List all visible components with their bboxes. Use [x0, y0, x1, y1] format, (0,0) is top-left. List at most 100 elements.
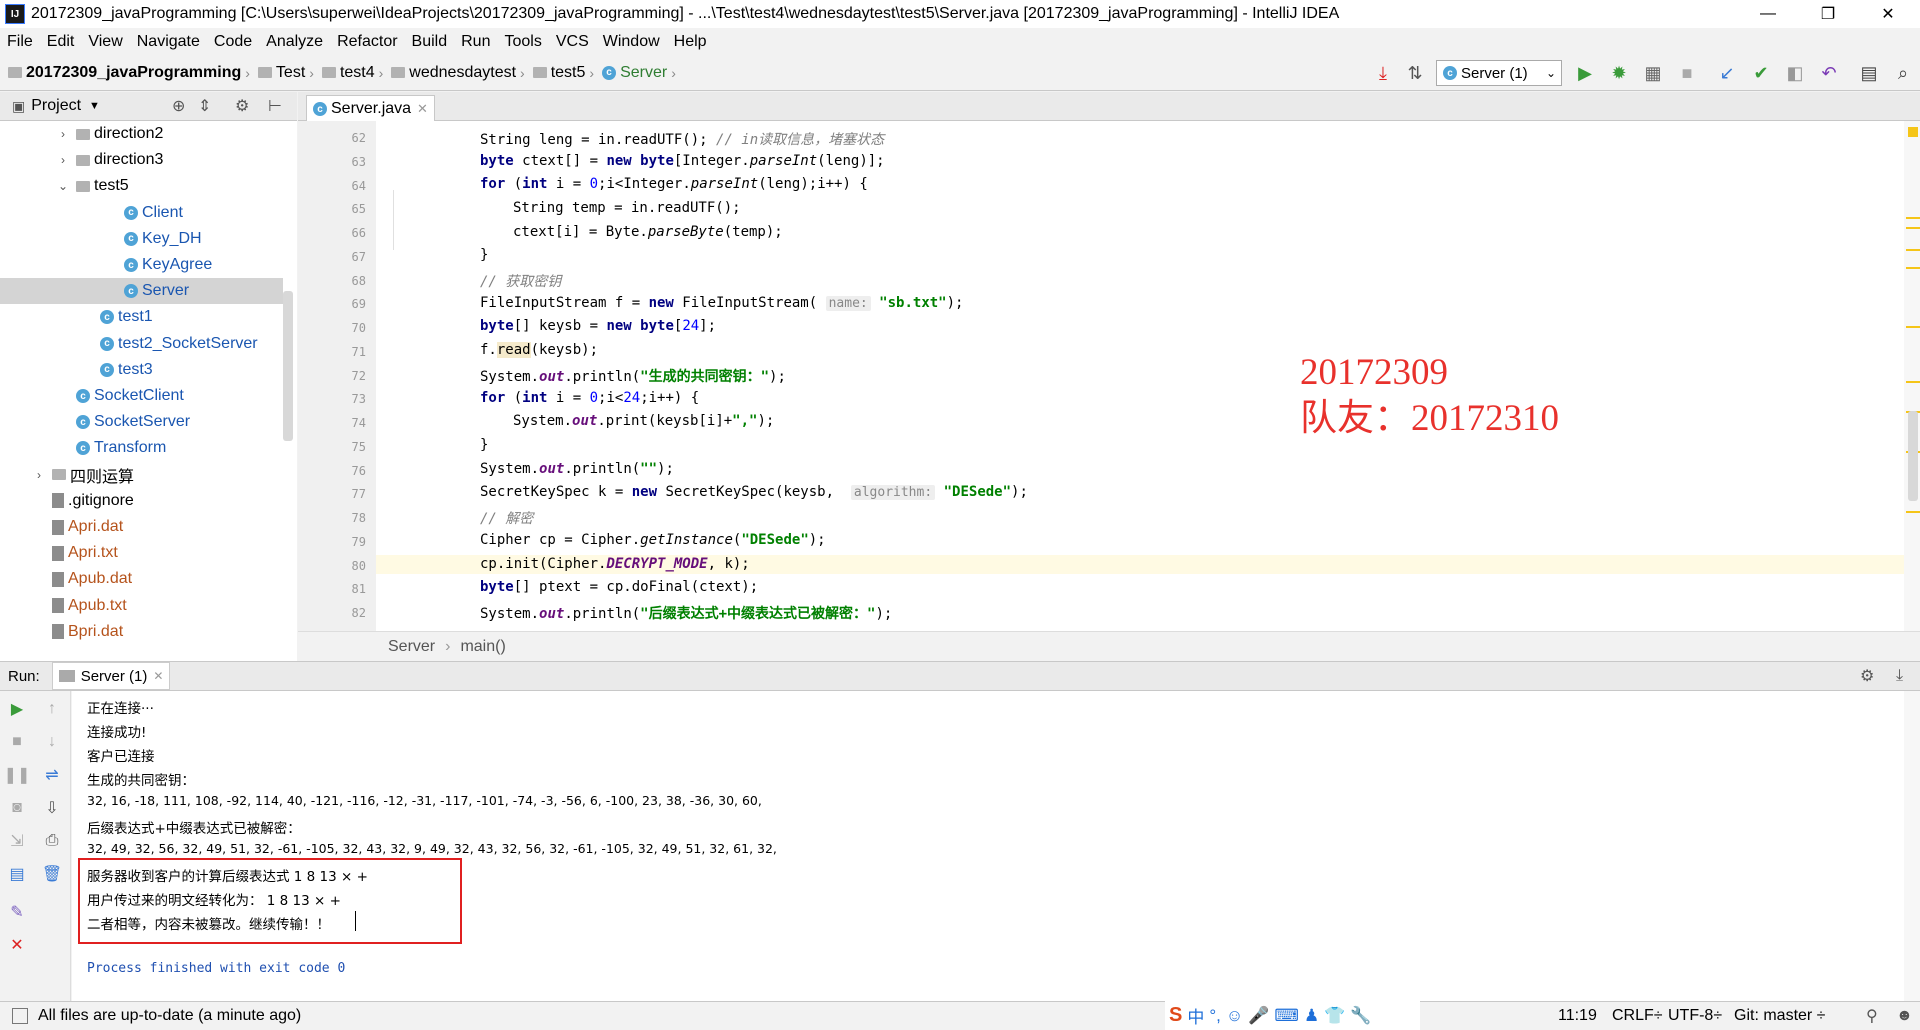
- menu-tools[interactable]: Tools: [497, 33, 548, 51]
- breadcrumb-class[interactable]: Server: [388, 638, 435, 656]
- menu-code[interactable]: Code: [207, 33, 259, 51]
- layout-icon[interactable]: ▤: [6, 863, 28, 885]
- close-tab-icon[interactable]: ✕: [417, 101, 428, 117]
- microphone-icon[interactable]: 🎤: [1248, 1006, 1269, 1026]
- menu-refactor[interactable]: Refactor: [330, 33, 404, 51]
- tree-item[interactable]: c SocketClient: [0, 383, 283, 409]
- stop-icon[interactable]: ■: [6, 731, 28, 753]
- panel-toggle-icon[interactable]: [12, 1008, 28, 1024]
- debug-icon[interactable]: ✹: [1608, 62, 1630, 84]
- chevron-right-icon[interactable]: ›: [32, 468, 46, 482]
- collapse-icon[interactable]: ⇕: [198, 96, 211, 116]
- menu-vcs[interactable]: VCS: [549, 33, 596, 51]
- run-config-dropdown[interactable]: c Server (1) ⌄: [1436, 60, 1562, 86]
- editor-error-stripe[interactable]: [1904, 121, 1920, 631]
- breadcrumb-test5[interactable]: test5 ›: [532, 64, 596, 82]
- tree-item[interactable]: c Transform: [0, 435, 283, 461]
- tree-item[interactable]: c test1: [0, 304, 283, 330]
- gear-icon[interactable]: ⚙: [1860, 666, 1874, 686]
- line-separator[interactable]: CRLF÷: [1612, 1007, 1663, 1025]
- tree-item[interactable]: Apub.txt: [0, 593, 283, 619]
- tree-item[interactable]: ⌄ test5: [0, 173, 283, 199]
- hide-panel-icon[interactable]: ⤓: [1896, 667, 1903, 685]
- tab-server-java[interactable]: c Server.java ✕: [306, 95, 435, 122]
- editor-scrollbar[interactable]: [1908, 411, 1918, 501]
- menu-view[interactable]: View: [81, 33, 129, 51]
- menu-analyze[interactable]: Analyze: [259, 33, 330, 51]
- run-icon[interactable]: ▶: [1574, 62, 1596, 84]
- up-arrow-icon[interactable]: ↑: [41, 698, 63, 720]
- menu-file[interactable]: File: [0, 33, 40, 51]
- search-icon[interactable]: ⌕: [1892, 62, 1914, 84]
- tree-item[interactable]: Bpri.dat: [0, 619, 283, 645]
- tree-item[interactable]: c Key_DH: [0, 226, 283, 252]
- soft-wrap-icon[interactable]: ⇌: [41, 764, 63, 786]
- menu-help[interactable]: Help: [667, 33, 714, 51]
- shirt-icon[interactable]: 👕: [1324, 1006, 1345, 1026]
- tree-item[interactable]: c test3: [0, 357, 283, 383]
- project-scrollbar[interactable]: [283, 291, 293, 441]
- download-icon[interactable]: ⤓: [1372, 62, 1394, 84]
- menu-edit[interactable]: Edit: [40, 33, 82, 51]
- camera-icon[interactable]: ◙: [6, 797, 28, 819]
- chevron-right-icon[interactable]: ›: [56, 127, 70, 141]
- stop-icon[interactable]: ■: [1676, 62, 1698, 84]
- menu-window[interactable]: Window: [596, 33, 667, 51]
- file-encoding[interactable]: UTF-8÷: [1668, 1007, 1722, 1025]
- rerun-icon[interactable]: ▶: [6, 698, 28, 720]
- tree-item[interactable]: Apub.dat: [0, 566, 283, 592]
- inspector-icon[interactable]: ☻: [1896, 1007, 1913, 1025]
- coverage-icon[interactable]: ▦: [1642, 62, 1664, 84]
- chevron-down-icon[interactable]: ⌄: [56, 179, 70, 193]
- breadcrumb-server[interactable]: c Server ›: [602, 64, 678, 82]
- tree-item[interactable]: › 四则运算: [0, 462, 283, 488]
- minimize-button[interactable]: —: [1740, 0, 1796, 28]
- ime-language[interactable]: 中: [1187, 1003, 1204, 1028]
- breadcrumb-test4[interactable]: test4 ›: [321, 64, 385, 82]
- close-icon[interactable]: ✕: [6, 934, 28, 956]
- tree-item[interactable]: c SocketServer: [0, 409, 283, 435]
- punctuation-icon[interactable]: °,: [1209, 1006, 1221, 1026]
- console-scrollbar[interactable]: [1904, 691, 1920, 1001]
- restore-button[interactable]: ❐: [1800, 0, 1856, 28]
- vcs-update-icon[interactable]: ↙: [1716, 62, 1738, 84]
- revert-icon[interactable]: ↶: [1818, 62, 1840, 84]
- sort-icon[interactable]: ⇅: [1404, 62, 1426, 84]
- wrench-icon[interactable]: 🔧: [1350, 1006, 1371, 1026]
- git-branch[interactable]: Git: master ÷: [1734, 1007, 1825, 1025]
- tree-item[interactable]: c test2_SocketServer: [0, 331, 283, 357]
- pause-icon[interactable]: ❚❚: [4, 764, 31, 786]
- menu-build[interactable]: Build: [405, 33, 455, 51]
- sogou-icon[interactable]: S: [1169, 1004, 1182, 1027]
- tree-item[interactable]: .gitignore: [0, 488, 283, 514]
- menu-navigate[interactable]: Navigate: [130, 33, 207, 51]
- tree-item[interactable]: Apri.txt: [0, 540, 283, 566]
- user-icon[interactable]: ♟: [1304, 1006, 1319, 1026]
- gear-icon[interactable]: ⚙: [235, 96, 249, 116]
- close-button[interactable]: ✕: [1860, 0, 1916, 28]
- chevron-right-icon[interactable]: ›: [56, 153, 70, 167]
- tab-run-server[interactable]: Server (1) ✕: [51, 662, 171, 690]
- compare-icon[interactable]: ◧: [1784, 62, 1806, 84]
- hide-icon[interactable]: ⊢: [268, 96, 282, 116]
- keyboard-icon[interactable]: ⌨: [1274, 1006, 1299, 1026]
- close-tab-icon[interactable]: ✕: [153, 669, 163, 683]
- tree-item[interactable]: c Client: [0, 200, 283, 226]
- breadcrumb-test[interactable]: Test ›: [257, 64, 316, 82]
- down-arrow-icon[interactable]: ↓: [41, 731, 63, 753]
- breadcrumb-method[interactable]: main(): [460, 638, 505, 656]
- breadcrumb-wednesdaytest[interactable]: wednesdaytest ›: [391, 64, 526, 82]
- print-icon[interactable]: ⎙: [41, 830, 63, 852]
- pin-icon[interactable]: ✎: [6, 901, 28, 923]
- exit-icon[interactable]: ⇲: [6, 830, 28, 852]
- tree-item[interactable]: c KeyAgree: [0, 252, 283, 278]
- trash-icon[interactable]: 🗑: [41, 863, 63, 885]
- emoji-icon[interactable]: ☺: [1226, 1006, 1243, 1026]
- target-icon[interactable]: ⊕: [172, 96, 185, 116]
- tree-item[interactable]: Apri.dat: [0, 514, 283, 540]
- menu-run[interactable]: Run: [454, 33, 497, 51]
- tree-item[interactable]: › direction3: [0, 147, 283, 173]
- vcs-commit-icon[interactable]: ✔: [1750, 62, 1772, 84]
- scroll-end-icon[interactable]: ⇩: [41, 797, 63, 819]
- breadcrumb-project[interactable]: 20172309_javaProgramming ›: [8, 64, 252, 82]
